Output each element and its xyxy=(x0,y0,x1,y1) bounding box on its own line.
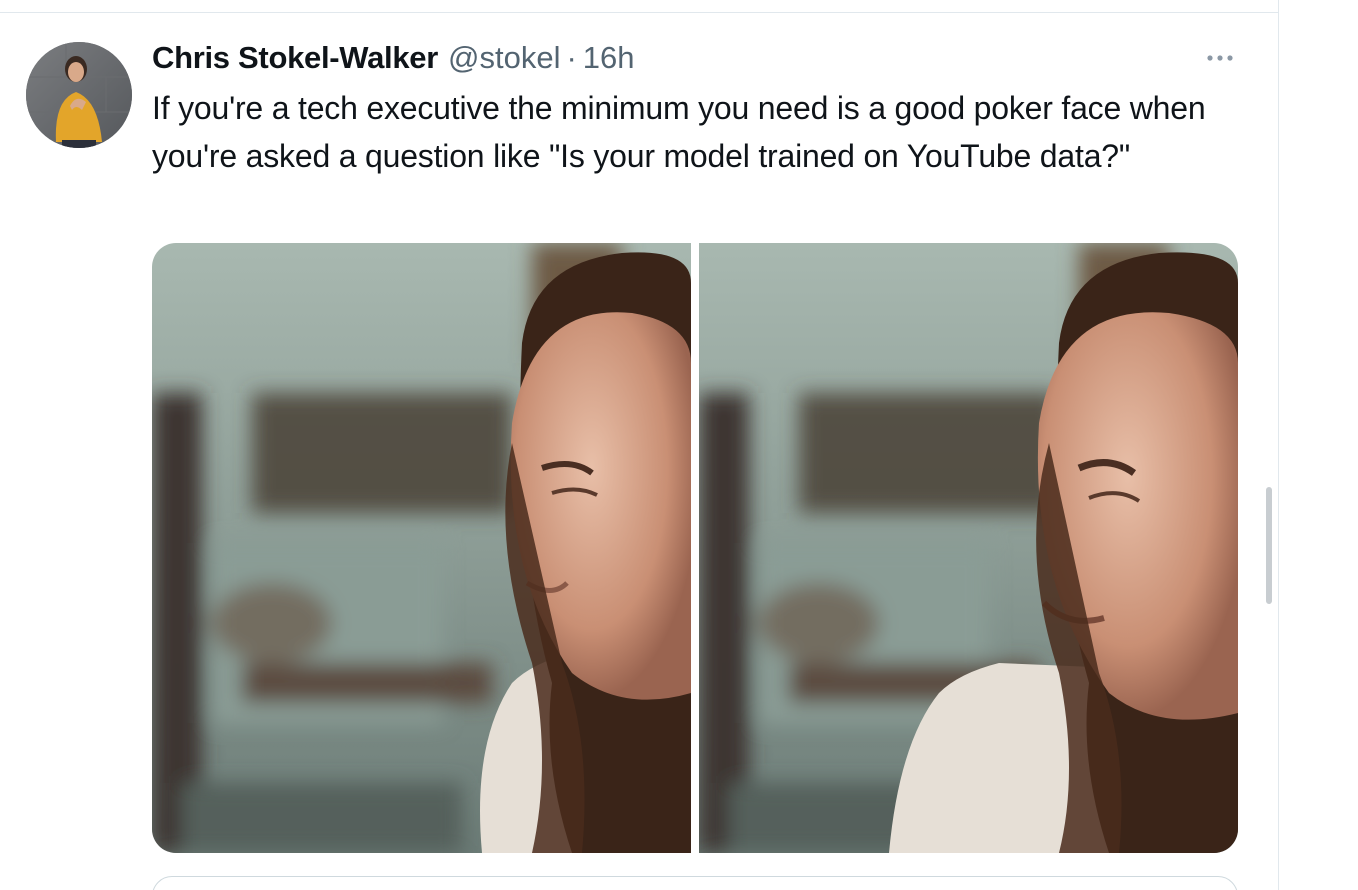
avatar[interactable] xyxy=(26,42,132,148)
top-divider xyxy=(0,12,1278,13)
quoted-card-edge[interactable] xyxy=(152,876,1238,890)
tweet-photo-1[interactable] xyxy=(152,243,691,853)
neutral-expression-photo xyxy=(152,243,691,853)
tweet-text: If you're a tech executive the minimum y… xyxy=(152,90,1215,174)
tweet-header: Chris Stokel-Walker @stokel · 16h xyxy=(152,38,635,78)
more-options-button[interactable] xyxy=(1200,44,1240,72)
timeline-page: Chris Stokel-Walker @stokel · 16h If you… xyxy=(0,0,1358,890)
grimace-expression-photo xyxy=(699,243,1238,853)
more-horizontal-icon xyxy=(1207,55,1233,61)
separator-dot: · xyxy=(566,40,577,75)
scrollbar-thumb[interactable] xyxy=(1266,487,1272,604)
timestamp-link[interactable]: 16h xyxy=(583,40,635,76)
tweet-photo-2[interactable] xyxy=(699,243,1238,853)
avatar-image xyxy=(26,42,132,148)
author-handle[interactable]: @stokel xyxy=(448,40,560,76)
media-grid xyxy=(152,243,1238,853)
column-border xyxy=(1278,0,1279,890)
author-name[interactable]: Chris Stokel-Walker xyxy=(152,40,438,76)
